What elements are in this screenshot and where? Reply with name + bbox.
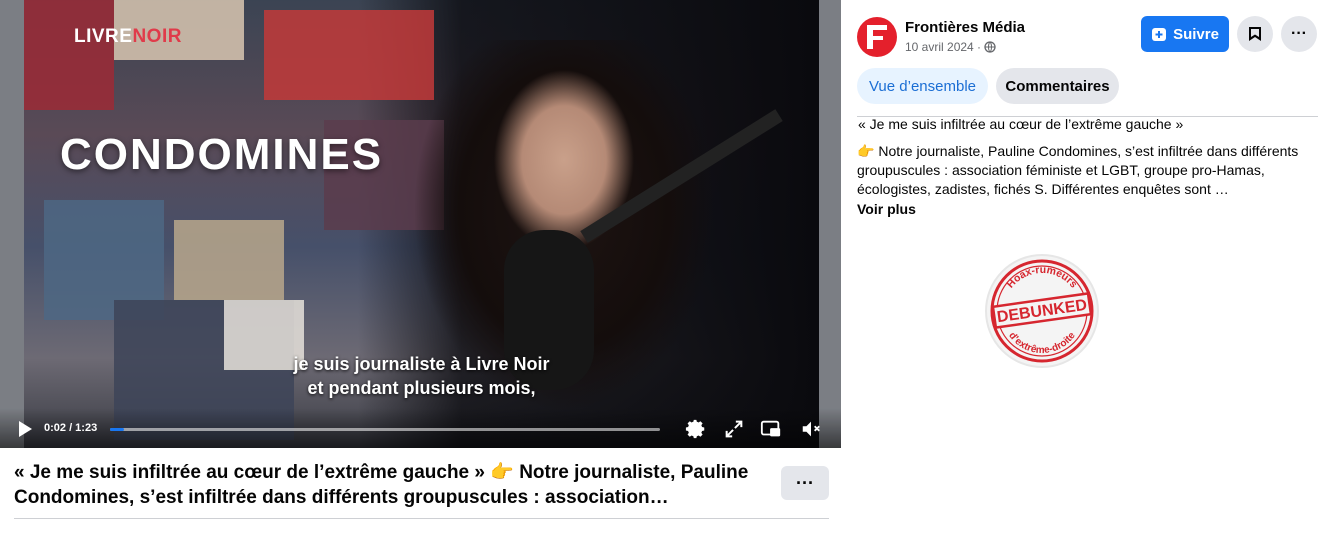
expand-icon[interactable]	[723, 418, 745, 440]
video-brand-logo: LIVRENOIR	[74, 26, 182, 47]
description-body: 👉 Notre journaliste, Pauline Condomines,…	[857, 143, 1299, 197]
debunked-stamp: Hoax-rumeurs DEBUNKED d’extrême-droite	[985, 254, 1099, 368]
volume-muted-icon[interactable]	[800, 418, 822, 440]
divider	[14, 518, 829, 519]
pointing-hand-icon: 👉	[857, 143, 875, 159]
save-button[interactable]	[1237, 16, 1273, 52]
pointing-hand-icon: 👉	[490, 462, 514, 483]
page-logo-icon	[867, 25, 887, 49]
subtitle-line: et pendant plusieurs mois,	[307, 378, 536, 398]
video-subtitles: je suis journaliste à Livre Noir et pend…	[24, 352, 819, 400]
video-letterbox-left	[0, 0, 24, 448]
see-more-link[interactable]: Voir plus	[857, 201, 916, 217]
gear-icon[interactable]	[685, 418, 707, 440]
subtitle-line: je suis journaliste à Livre Noir	[293, 354, 550, 374]
post-date[interactable]: 10 avril 2024 ·	[905, 40, 996, 54]
post-options-button[interactable]: ···	[781, 466, 829, 500]
tab-comments[interactable]: Commentaires	[996, 68, 1119, 104]
video-overlay-name: CONDOMINES	[60, 130, 384, 179]
video-time: 0:02 / 1:23	[44, 422, 98, 434]
play-icon[interactable]	[16, 420, 34, 438]
follow-button[interactable]: Suivre	[1141, 16, 1229, 52]
post-caption: « Je me suis infiltrée au cœur de l’extr…	[14, 462, 749, 508]
globe-icon	[984, 41, 996, 53]
video-progress-bar[interactable]	[110, 428, 660, 431]
more-options-button[interactable]: ···	[1281, 16, 1317, 52]
save-icon	[1249, 27, 1261, 41]
video-progress-fill	[110, 428, 124, 431]
page-name-link[interactable]: Frontières Média	[905, 19, 1025, 36]
tab-overview[interactable]: Vue d’ensemble	[857, 68, 988, 104]
page-avatar[interactable]	[857, 17, 897, 57]
video-letterbox-right	[819, 0, 841, 448]
video-player[interactable]: LIVRENOIR CONDOMINES je suis journaliste…	[0, 0, 841, 448]
video-frame[interactable]: LIVRENOIR CONDOMINES je suis journaliste…	[24, 0, 819, 448]
follow-page-icon	[1152, 28, 1167, 41]
picture-in-picture-icon[interactable]	[760, 418, 782, 440]
video-controls: 0:02 / 1:23	[0, 408, 841, 448]
description-title: « Je me suis infiltrée au cœur de l’extr…	[858, 116, 1184, 132]
